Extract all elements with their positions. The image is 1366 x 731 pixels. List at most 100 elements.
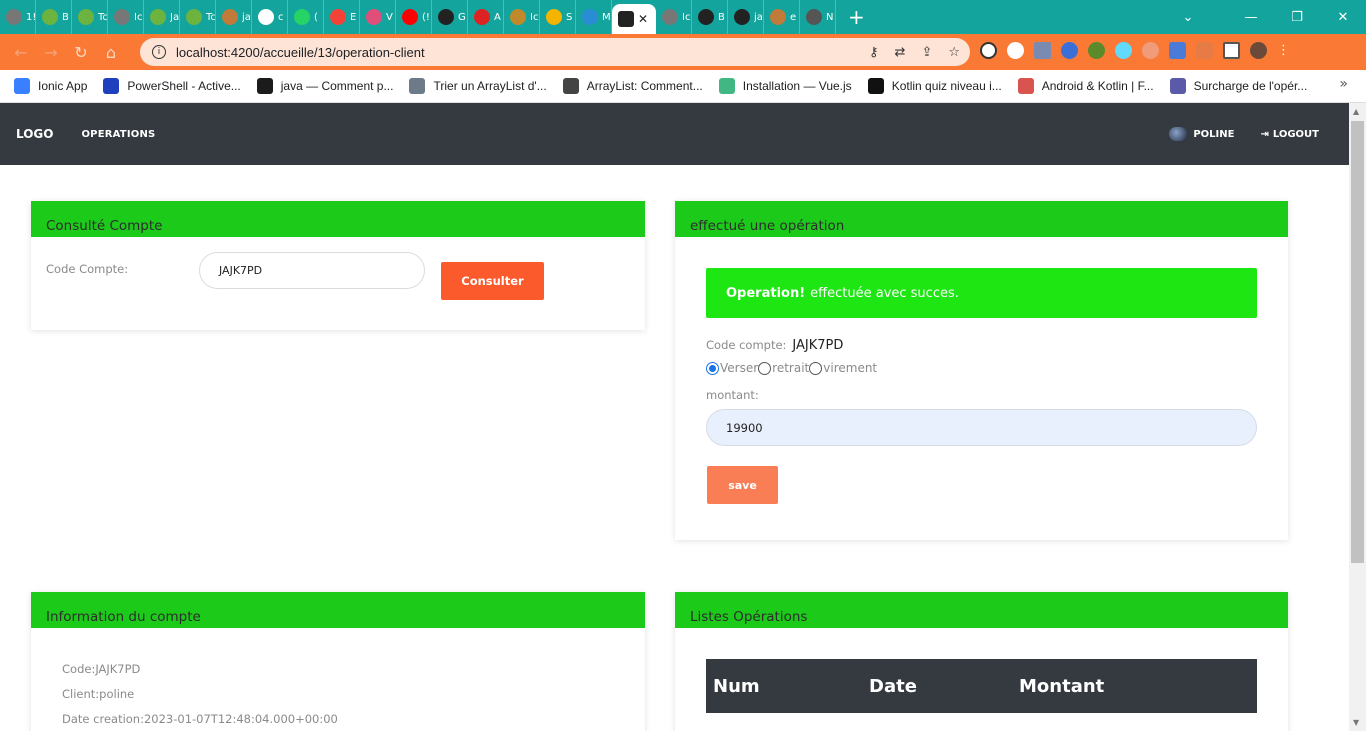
bookmark-label: Android & Kotlin | F...	[1041, 79, 1154, 93]
window-controls: ⌄ — ❐ ✕	[1168, 0, 1366, 34]
operation-card: effectué une opération Operation! effect…	[675, 201, 1288, 540]
bookmark-item[interactable]: Trier un ArrayList d'...	[409, 78, 547, 94]
share-icon[interactable]: ⇪	[921, 45, 932, 60]
browser-tab[interactable]: Tc	[180, 0, 216, 34]
tab-title: ja	[242, 11, 251, 23]
reload-icon[interactable]: ↻	[66, 43, 96, 62]
tab-title: e	[790, 11, 797, 23]
tab-favicon-icon	[734, 9, 750, 25]
restore-button[interactable]: ❐	[1274, 10, 1320, 25]
operations-list-card: Listes Opérations Num Date Montant	[675, 592, 1288, 731]
extension-icon[interactable]	[1088, 42, 1105, 59]
bookmarks-more-icon[interactable]: »	[1339, 76, 1348, 92]
tab-favicon-icon	[546, 9, 562, 25]
bookmark-label: Ionic App	[38, 79, 88, 93]
tab-title: G	[458, 11, 466, 23]
tab-favicon-icon	[330, 9, 346, 25]
card-title: Consulté Compte	[31, 201, 645, 237]
tab-search-icon[interactable]: ⌄	[1168, 10, 1208, 25]
info-client: Client:poline	[62, 687, 135, 701]
success-alert: Operation! effectuée avec succes.	[706, 268, 1257, 318]
extension-icon[interactable]	[1142, 42, 1159, 59]
bookmark-item[interactable]: Ionic App	[14, 78, 87, 94]
bookmark-item[interactable]: ArrayList: Comment...	[562, 78, 703, 94]
browser-tab[interactable]: (	[288, 0, 324, 34]
browser-tab[interactable]: Ja	[144, 0, 180, 34]
scrollbar-thumb[interactable]	[1351, 121, 1364, 563]
translate-icon[interactable]: ⇄	[895, 45, 906, 60]
browser-tab[interactable]: B	[36, 0, 72, 34]
extension-icon[interactable]	[1007, 42, 1024, 59]
browser-tab[interactable]: 1!	[0, 0, 36, 34]
bookmark-item[interactable]: java — Comment p...	[256, 78, 393, 94]
browser-tab[interactable]: e	[764, 0, 800, 34]
bookmark-item[interactable]: Kotlin quiz niveau i...	[867, 78, 1002, 94]
key-icon[interactable]: ⚷	[869, 45, 879, 60]
browser-tab[interactable]: Tc	[72, 0, 108, 34]
vue-devtools-icon[interactable]	[1034, 42, 1051, 59]
card-title: Listes Opérations	[675, 592, 1288, 628]
radio-label-verser: Verser	[720, 361, 759, 375]
minimize-button[interactable]: —	[1228, 10, 1274, 25]
browser-tab[interactable]: S	[540, 0, 576, 34]
browser-tab[interactable]: Ic	[108, 0, 144, 34]
forward-icon[interactable]: →	[36, 43, 66, 62]
bookmark-item[interactable]: PowerShell - Active...	[103, 78, 241, 94]
menu-icon[interactable]: ⋮	[1277, 42, 1290, 59]
browser-tab[interactable]: G	[432, 0, 468, 34]
browser-tab[interactable]: (!	[396, 0, 432, 34]
browser-tab[interactable]: Ic	[656, 0, 692, 34]
back-icon[interactable]: ←	[6, 43, 36, 62]
bookmark-favicon-icon	[562, 78, 579, 94]
bookmark-item[interactable]: Surcharge de l'opér...	[1169, 78, 1307, 94]
url-field[interactable]: i localhost:4200/accueille/13/operation-…	[140, 38, 970, 66]
react-devtools-icon[interactable]	[1115, 42, 1132, 59]
browser-tab-active[interactable]: ✕	[612, 4, 656, 34]
nav-operations[interactable]: OPERATIONS	[81, 129, 155, 140]
site-info-icon[interactable]: i	[152, 45, 166, 59]
browser-tab[interactable]: ja	[728, 0, 764, 34]
close-tab-icon[interactable]: ✕	[638, 12, 648, 26]
close-window-button[interactable]: ✕	[1320, 10, 1366, 25]
side-panel-icon[interactable]	[1223, 42, 1240, 59]
consult-account-card: Consulté Compte Code Compte: JAJK7PD Con…	[31, 201, 645, 330]
page-scrollbar[interactable]: ▲ ▼	[1349, 103, 1366, 731]
user-menu[interactable]: POLINE	[1169, 127, 1234, 141]
bookmark-star-icon[interactable]: ☆	[948, 45, 960, 60]
radio-virement[interactable]	[809, 361, 823, 375]
bookmark-label: PowerShell - Active...	[127, 79, 241, 93]
logout-link[interactable]: ⇥ LOGOUT	[1260, 129, 1319, 140]
extension-icon[interactable]	[1061, 42, 1078, 59]
new-tab-button[interactable]: +	[848, 5, 865, 29]
bookmark-label: ArrayList: Comment...	[586, 79, 703, 93]
extension-icon[interactable]	[980, 42, 997, 59]
browser-tab[interactable]: M	[576, 0, 612, 34]
profile-avatar[interactable]	[1250, 42, 1267, 59]
save-button[interactable]: save	[707, 466, 778, 504]
radio-retrait[interactable]	[758, 361, 772, 375]
bookmark-favicon-icon	[867, 78, 884, 94]
browser-tab[interactable]: A	[468, 0, 504, 34]
column-header-num: Num	[713, 676, 760, 697]
browser-tab[interactable]: c	[252, 0, 288, 34]
browser-tab[interactable]: E	[324, 0, 360, 34]
browser-tab[interactable]: V	[360, 0, 396, 34]
amount-input[interactable]: 19900	[706, 409, 1257, 446]
scroll-down-icon[interactable]: ▼	[1353, 718, 1359, 727]
browser-tab[interactable]: N	[800, 0, 836, 34]
browser-tab[interactable]: Ic	[504, 0, 540, 34]
bookmark-item[interactable]: Installation — Vue.js	[718, 78, 852, 94]
logo[interactable]: LOGO	[16, 127, 53, 141]
consult-button[interactable]: Consulter	[441, 262, 544, 300]
browser-tab[interactable]: B	[692, 0, 728, 34]
radio-verser[interactable]	[706, 361, 719, 375]
translate-extension-icon[interactable]	[1169, 42, 1186, 59]
bookmark-label: Kotlin quiz niveau i...	[891, 79, 1002, 93]
account-code-input[interactable]: JAJK7PD	[199, 252, 425, 289]
scroll-up-icon[interactable]: ▲	[1353, 107, 1359, 116]
bookmark-item[interactable]: Android & Kotlin | F...	[1017, 78, 1154, 94]
home-icon[interactable]: ⌂	[96, 43, 126, 62]
browser-tab[interactable]: ja	[216, 0, 252, 34]
puzzle-icon[interactable]	[1196, 42, 1213, 59]
tab-favicon-icon	[474, 9, 490, 25]
